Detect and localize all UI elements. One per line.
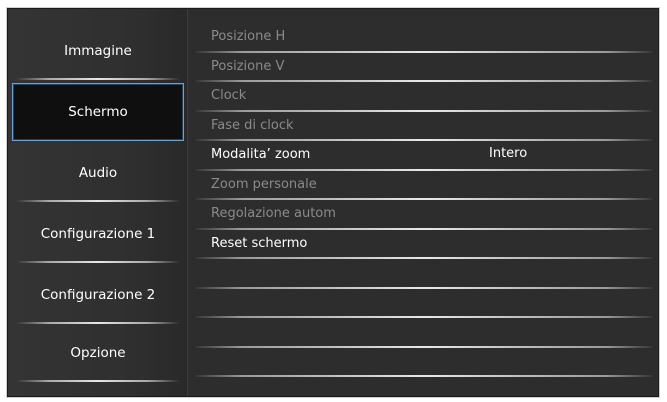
menu-row-empty [190,259,658,289]
sidebar-item-label: Configurazione 2 [40,287,156,303]
sidebar-item-immagine[interactable]: Immagine [8,22,188,80]
menu-row-empty [190,318,658,348]
settings-list: Posizione H Posizione V Clock Fase di cl… [190,9,658,396]
menu-row-modalita-zoom[interactable]: Modalita’ zoom Intero [190,141,658,171]
osd-menu: Immagine Schermo Audio Configurazione 1 … [7,8,659,397]
menu-row-fase-di-clock[interactable]: Fase di clock [190,112,658,142]
sidebar-item-schermo[interactable]: Schermo [12,83,184,141]
sidebar-item-label: Configurazione 1 [40,226,156,242]
sidebar-item-configurazione-1[interactable]: Configurazione 1 [8,205,188,263]
menu-row-label: Reset schermo [211,235,308,251]
menu-row-zoom-personale[interactable]: Zoom personale [190,171,658,201]
menu-row-label: Posizione V [211,58,285,74]
menu-row-label: Zoom personale [211,176,317,192]
menu-row-regolazione-autom[interactable]: Regolazione autom [190,200,658,230]
sidebar-item-label: Opzione [70,345,126,361]
menu-row-label: Modalita’ zoom [211,147,311,162]
menu-row-label: Regolazione autom [211,206,336,221]
sidebar-divider [186,9,188,396]
menu-row-posizione-v[interactable]: Posizione V [190,53,658,83]
menu-row-posizione-h[interactable]: Posizione H [190,23,658,53]
menu-row-empty [190,289,658,319]
menu-row-label: Posizione H [211,29,286,44]
menu-row-reset-schermo[interactable]: Reset schermo [190,230,658,260]
menu-row-label: Clock [211,88,247,103]
sidebar: Immagine Schermo Audio Configurazione 1 … [8,9,188,396]
sidebar-item-label: Schermo [68,104,128,120]
sidebar-item-configurazione-2[interactable]: Configurazione 2 [8,266,188,324]
sidebar-item-label: Immagine [64,43,132,59]
sidebar-item-audio[interactable]: Audio [8,144,188,202]
menu-row-label: Fase di clock [211,117,294,133]
zoom-mode-value: Intero [489,146,528,161]
sidebar-item-label: Audio [78,165,118,181]
menu-row-empty [190,348,658,378]
sidebar-item-opzione[interactable]: Opzione [8,324,188,382]
menu-row-clock[interactable]: Clock [190,82,658,112]
